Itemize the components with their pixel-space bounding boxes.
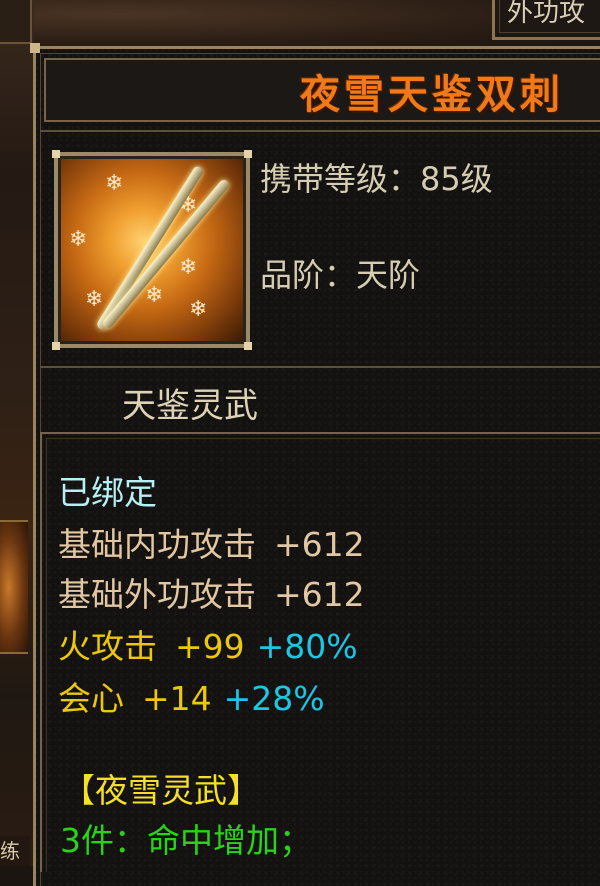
tooltip-corner-ornament xyxy=(30,43,40,53)
stat-value: +612 xyxy=(274,575,365,614)
tab-outer-attack-label: 外功攻 xyxy=(507,0,586,28)
item-name: 夜雪天鉴双刺 xyxy=(300,71,564,118)
stat-bonus: +28% xyxy=(223,679,325,718)
carry-level-row: 携带等级：85级 xyxy=(260,154,493,200)
stat-value: +14 xyxy=(142,679,212,718)
tab-outer-attack[interactable]: 外功攻 xyxy=(492,0,600,40)
stat-label: 基础内功攻击 xyxy=(58,525,256,564)
stat-label: 基础外功攻击 xyxy=(58,575,256,614)
stat-value: +612 xyxy=(274,525,365,564)
grade-value: 天阶 xyxy=(356,256,421,294)
set-name: 【夜雪灵武】 xyxy=(62,771,260,810)
icon-frame-corner xyxy=(244,150,252,158)
item-category: 天鉴灵武 xyxy=(122,386,258,426)
bound-status: 已绑定 xyxy=(58,473,157,512)
stat-base-outer-attack: 基础外功攻击 +612 xyxy=(58,568,365,616)
stat-base-inner-attack: 基础内功攻击 +612 xyxy=(58,518,365,566)
item-icon-frame: ❄ ❄ ❄ ❄ ❄ ❄ ❄ xyxy=(52,150,252,350)
icon-frame-corner xyxy=(52,342,60,350)
grade-label: 品阶： xyxy=(260,256,357,294)
grade-row: 品阶：天阶 xyxy=(260,250,420,296)
set-bonus-3: 3件：命中增加； xyxy=(60,821,312,860)
background-slot-frame xyxy=(0,0,32,44)
icon-frame-corner xyxy=(244,342,252,350)
background-item-slot xyxy=(0,520,28,654)
twin-daggers-icon: ❄ ❄ ❄ ❄ ❄ ❄ ❄ xyxy=(58,156,246,344)
stat-crit: 会心 +14 +28% xyxy=(58,672,325,720)
icon-frame-corner xyxy=(52,150,60,158)
carry-level-value: 85级 xyxy=(420,160,493,198)
background-label: 练 xyxy=(0,836,30,866)
background-left-strip xyxy=(0,0,34,866)
stat-label: 火攻击 xyxy=(58,627,157,666)
stat-bonus: +80% xyxy=(256,627,358,666)
stat-label: 会心 xyxy=(58,679,124,718)
stat-fire-attack: 火攻击 +99 +80% xyxy=(58,620,358,668)
carry-level-label: 携带等级： xyxy=(260,160,421,198)
item-title-bar: 夜雪天鉴双刺 xyxy=(44,58,600,122)
stat-value: +99 xyxy=(175,627,245,666)
